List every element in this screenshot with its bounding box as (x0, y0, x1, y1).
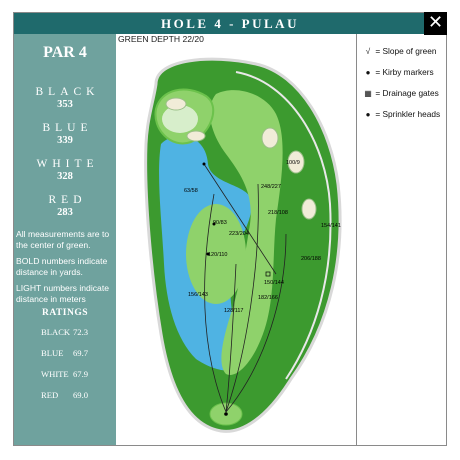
tee-yards: 328 (57, 171, 73, 182)
rating-value: 72.3 (73, 327, 89, 337)
distance-label: 154/141 (321, 223, 341, 229)
hole-title: HOLE 4 - PULAU (14, 13, 446, 34)
ratings-title: RATINGS (41, 308, 89, 318)
tee-yards: 339 (57, 135, 73, 146)
sprinkler-head-icon (212, 222, 216, 226)
rating-value: 69.7 (73, 348, 89, 358)
tee-white: WHITE 328 (14, 158, 116, 182)
legend-label: = Drainage gates (375, 88, 439, 98)
legend-label: = Slope of green (375, 46, 437, 56)
green-depth: GREEN DEPTH 22/20 (118, 34, 204, 44)
legend-item-slope: √ = Slope of green (363, 46, 437, 56)
sprinkler-head-icon (206, 252, 210, 256)
tee-name: BLUE (42, 122, 93, 134)
rating-value: 67.9 (73, 369, 89, 379)
distance-label: 120/110 (208, 252, 227, 258)
rating-row-red: RED 69.0 (41, 390, 111, 400)
legend-item-drainage: ▦ = Drainage gates (363, 88, 439, 98)
kirby-marker-icon: ● (365, 68, 371, 77)
rating-row-blue: BLUE 69.7 (41, 348, 111, 358)
legend-item-kirby: ● = Kirby markers (363, 67, 434, 77)
map-legend: √ = Slope of green ● = Kirby markers ▦ =… (356, 34, 446, 445)
tee-blue: BLUE 339 (14, 122, 116, 146)
note-measurements: All measurements are to the center of gr… (16, 229, 110, 250)
rating-row-white: WHITE 67.9 (41, 369, 111, 379)
rating-row-black: BLACK 72.3 (41, 327, 111, 337)
distance-label: 100/9 (286, 160, 300, 166)
tee-red: RED 283 (14, 194, 116, 218)
rating-tee: BLACK (41, 327, 71, 337)
distance-label: 156/143 (188, 292, 208, 298)
hole-map-panel: GREEN DEPTH 22/20 63/58 90/83 223/204 12… (116, 34, 356, 445)
rating-tee: WHITE (41, 369, 69, 379)
tee-yards: 353 (57, 99, 73, 110)
tee-name: BLACK (35, 86, 100, 98)
close-button[interactable]: ✕ (424, 12, 447, 35)
legend-item-sprinkler: ● = Sprinkler heads (363, 109, 441, 119)
drainage-gate-icon: ▦ (364, 89, 372, 98)
bunker (301, 198, 317, 220)
rating-tee: BLUE (41, 348, 64, 358)
distance-label: 63/58 (184, 188, 198, 194)
kirby-marker-icon (202, 162, 206, 166)
par-label: PAR 4 (43, 44, 87, 61)
distance-label: 223/204 (229, 231, 249, 237)
tee-name: WHITE (36, 158, 99, 170)
rating-tee: RED (41, 390, 59, 400)
hole-map: 63/58 90/83 223/204 120/110 156/143 128/… (144, 57, 342, 433)
distance-label: 218/108 (268, 210, 288, 216)
bunker (186, 130, 206, 142)
tee-black: BLACK 353 (14, 86, 116, 110)
distance-label: 248/227 (261, 184, 281, 190)
distance-label: 128/117 (224, 308, 243, 314)
slope-icon: √ (365, 47, 371, 56)
note-light-numbers: LIGHT numbers indicate distance in meter… (16, 283, 109, 304)
legend-label: = Sprinkler heads (375, 109, 441, 119)
rating-value: 69.0 (73, 390, 89, 400)
note-bold-numbers: BOLD numbers indicate distance in yards. (16, 256, 108, 277)
legend-label: = Kirby markers (375, 67, 434, 77)
distance-label: 150/144 (264, 280, 284, 286)
bunker (261, 127, 279, 149)
close-icon: ✕ (427, 12, 444, 33)
hole-info-window: HOLE 4 - PULAU ✕ PAR 4 BLACK 353 BLUE 33… (13, 12, 447, 446)
tee-name: RED (48, 194, 87, 206)
distance-label: 182/166 (258, 295, 278, 301)
sprinkler-head-icon: ● (365, 110, 371, 119)
tee-marker-icon (224, 412, 228, 416)
distance-label: 206/188 (301, 256, 321, 262)
bunker (165, 97, 187, 111)
tee-yards: 283 (57, 207, 73, 218)
scorecard-sidebar: PAR 4 BLACK 353 BLUE 339 WHITE 328 RED 2… (14, 34, 116, 445)
